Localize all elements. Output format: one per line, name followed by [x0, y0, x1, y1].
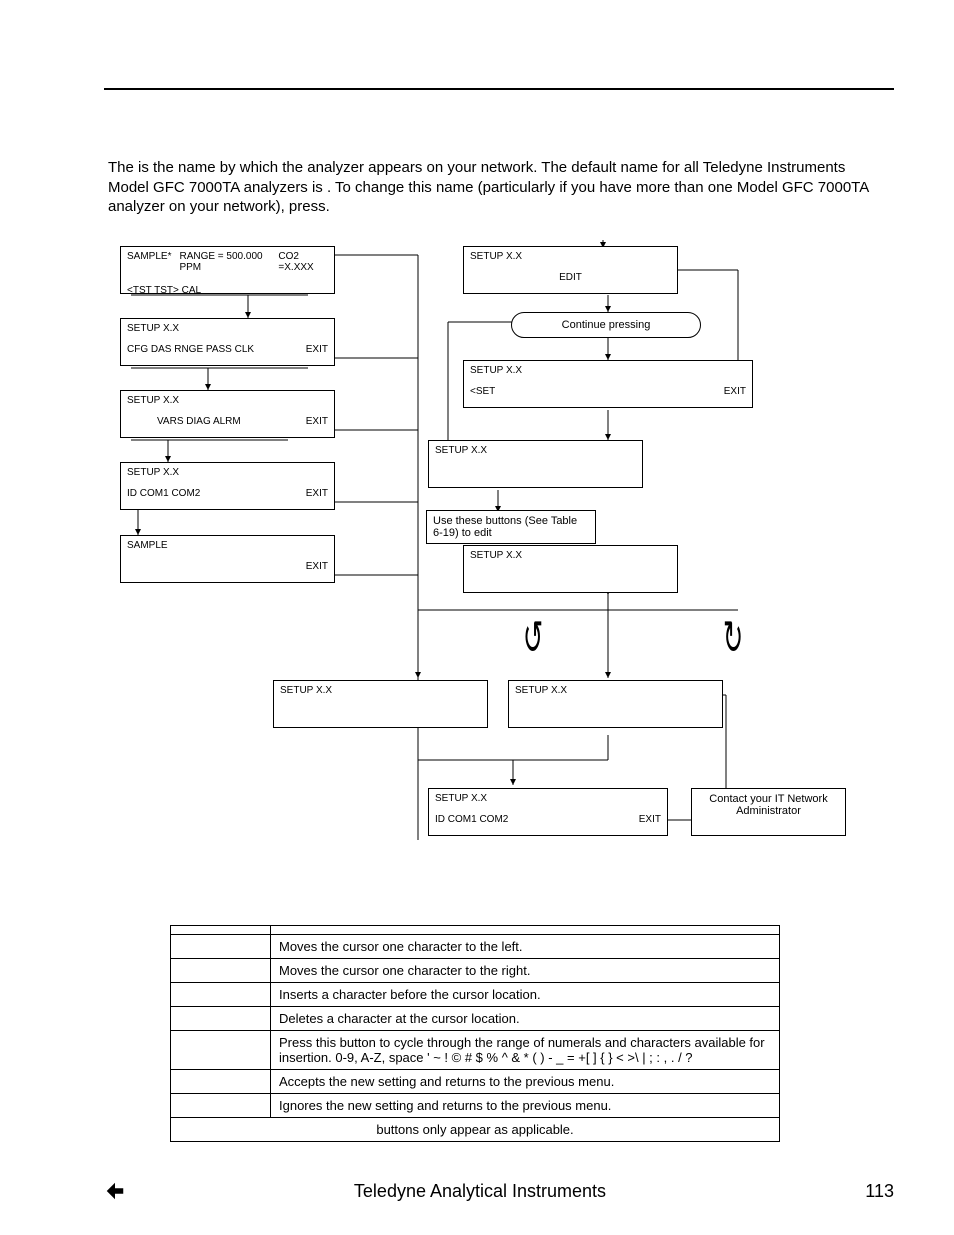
label: EDIT	[559, 272, 582, 283]
label: RANGE = 500.000 PPM	[179, 251, 270, 273]
label: Contact your IT Network Administrator	[709, 793, 827, 817]
cycle-left-icon: ↺	[523, 615, 543, 663]
label: SETUP X.X	[470, 365, 746, 376]
screen-set: SETUP X.X <SET EXIT	[463, 360, 753, 408]
label: CFG DAS RNGE PASS CLK	[127, 344, 254, 355]
screen-setup-4: SETUP X.X	[428, 440, 643, 488]
desc-cell	[271, 926, 780, 935]
label: SETUP X.X	[470, 251, 671, 262]
label: SETUP X.X	[127, 467, 328, 478]
label: CO2 =X.XXX	[278, 251, 328, 273]
key-cell	[171, 983, 271, 1007]
screen-setup-3: SETUP X.X ID COM1 COM2 EXIT	[120, 462, 335, 510]
key-cell	[171, 1007, 271, 1031]
screen-final: SETUP X.X ID COM1 COM2 EXIT	[428, 788, 668, 836]
key-cell	[171, 935, 271, 959]
label: SETUP X.X	[127, 395, 328, 406]
page-number: 113	[834, 1181, 894, 1202]
body-paragraph: The is the name by which the analyzer ap…	[108, 158, 890, 217]
text: The	[108, 159, 138, 176]
screen-setup-2: SETUP X.X VARS DIAG ALRM EXIT	[120, 390, 335, 438]
label: <SET	[470, 386, 495, 397]
header-rule	[104, 88, 894, 90]
label: ID COM1 COM2	[127, 488, 200, 499]
button-table: Moves the cursor one character to the le…	[170, 925, 780, 1142]
label: SETUP X.X	[470, 550, 671, 561]
label: SETUP X.X	[127, 323, 328, 334]
label: SETUP X.X	[515, 685, 716, 696]
label: Use these buttons (See Table 6-19) to ed…	[433, 515, 577, 539]
screen-edit: SETUP X.X EDIT	[463, 246, 678, 294]
flowchart: SAMPLE* RANGE = 500.000 PPM CO2 =X.XXX <…	[108, 240, 890, 870]
screen-sample-2: SAMPLE EXIT	[120, 535, 335, 583]
label: SAMPLE*	[127, 251, 171, 273]
key-cell	[171, 959, 271, 983]
desc-cell: Ignores the new setting and returns to t…	[271, 1094, 780, 1118]
desc-cell: Moves the cursor one character to the ri…	[271, 959, 780, 983]
label: EXIT	[306, 344, 328, 355]
label: EXIT	[306, 561, 328, 572]
note-contact-admin: Contact your IT Network Administrator	[691, 788, 846, 836]
label: SAMPLE	[127, 540, 328, 551]
cycle-right-icon: ↺	[723, 615, 743, 663]
page-footer: Teledyne Analytical Instruments 113	[104, 1180, 894, 1202]
brand-logo-icon	[104, 1180, 126, 1202]
desc-cell: Inserts a character before the cursor lo…	[271, 983, 780, 1007]
label: SETUP X.X	[435, 445, 636, 456]
label: EXIT	[306, 416, 328, 427]
label: EXIT	[306, 488, 328, 499]
key-cell	[171, 1070, 271, 1094]
screen-branch-right: SETUP X.X	[508, 680, 723, 728]
key-cell	[171, 1094, 271, 1118]
screen-setup-1: SETUP X.X CFG DAS RNGE PASS CLK EXIT	[120, 318, 335, 366]
label: ID COM1 COM2	[435, 814, 508, 825]
desc-cell: Press this button to cycle through the r…	[271, 1031, 780, 1070]
screen-branch-left: SETUP X.X	[273, 680, 488, 728]
label: EXIT	[724, 386, 746, 397]
label: VARS DIAG ALRM	[157, 416, 241, 427]
desc-cell: Accepts the new setting and returns to t…	[271, 1070, 780, 1094]
key-cell	[171, 1031, 271, 1070]
table-foot: buttons only appear as applicable.	[171, 1118, 780, 1142]
label: <TST TST> CAL	[127, 285, 328, 296]
label: EXIT	[639, 814, 661, 825]
note-continue: Continue pressing	[511, 312, 701, 338]
label: Continue pressing	[562, 319, 651, 331]
desc-cell: Moves the cursor one character to the le…	[271, 935, 780, 959]
label: SETUP X.X	[280, 685, 481, 696]
footer-brand: Teledyne Analytical Instruments	[126, 1181, 834, 1202]
desc-cell: Deletes a character at the cursor locati…	[271, 1007, 780, 1031]
note-edit-buttons: Use these buttons (See Table 6-19) to ed…	[426, 510, 596, 544]
key-cell	[171, 926, 271, 935]
screen-sample: SAMPLE* RANGE = 500.000 PPM CO2 =X.XXX <…	[120, 246, 335, 294]
label: SETUP X.X	[435, 793, 661, 804]
screen-setup-5: SETUP X.X	[463, 545, 678, 593]
